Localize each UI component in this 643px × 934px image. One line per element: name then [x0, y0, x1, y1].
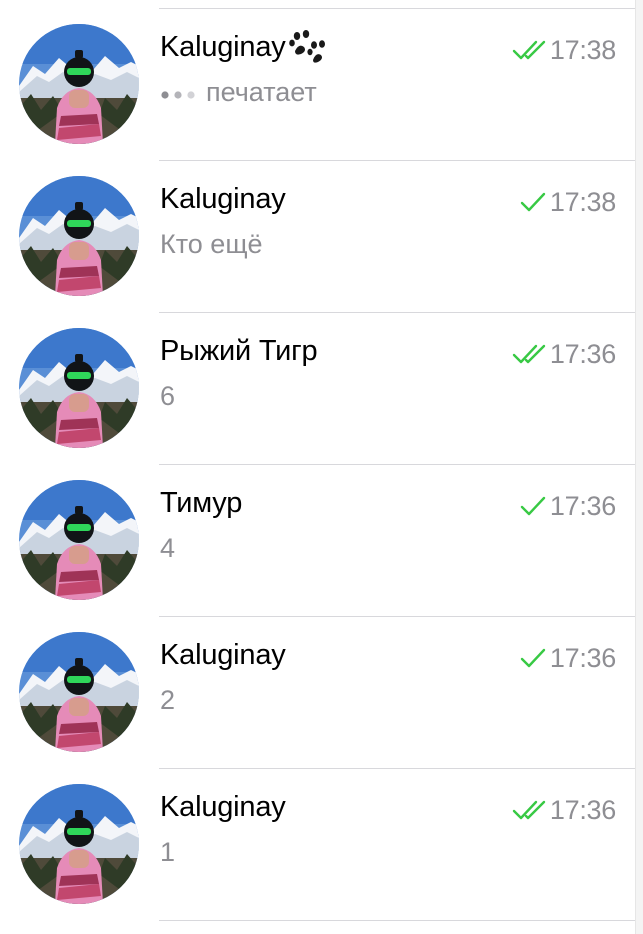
- message-preview-text: 6: [160, 381, 176, 411]
- scroll-edge: [635, 0, 643, 934]
- paw-prints-icon: [287, 29, 327, 71]
- double-check-icon: [512, 344, 546, 364]
- message-preview-text: 1: [160, 837, 176, 867]
- message-preview-text: 4: [160, 533, 176, 563]
- avatar-photo: [19, 24, 139, 144]
- message-time: 17:36: [549, 642, 616, 673]
- message-preview-text: Кто ещё: [160, 229, 263, 259]
- message-meta: 17:36: [512, 337, 616, 371]
- message-preview: Кто ещё: [160, 229, 263, 260]
- avatar[interactable]: [19, 632, 139, 752]
- avatar-photo: [19, 784, 139, 904]
- avatar[interactable]: [19, 784, 139, 904]
- chat-list-item[interactable]: Kaluginay Кто ещё 17:38: [0, 161, 636, 313]
- chat-list-item[interactable]: Kaluginay 2 17:36: [0, 617, 636, 769]
- chat-title: Тимур: [160, 487, 242, 520]
- message-preview: 2: [160, 685, 175, 716]
- divider: [159, 920, 636, 921]
- chat-title: Kaluginay: [160, 791, 286, 824]
- chat-list-item[interactable]: Рыжий Тигр 6 17:36: [0, 313, 636, 465]
- avatar-photo: [19, 176, 139, 296]
- avatar-photo: [19, 480, 139, 600]
- chat-title-text: Тимур: [160, 487, 243, 519]
- chat-title: Kaluginay: [160, 639, 286, 672]
- avatar[interactable]: [19, 176, 139, 296]
- message-preview: 6: [160, 381, 175, 412]
- chat-title-text: Kaluginay: [160, 639, 286, 671]
- double-check-icon: [512, 800, 546, 820]
- message-preview: печатает: [160, 77, 317, 108]
- single-check-icon: [520, 496, 546, 516]
- double-check-icon: [512, 40, 546, 60]
- message-preview: 4: [160, 533, 175, 564]
- avatar[interactable]: [19, 480, 139, 600]
- message-time: 17:36: [549, 338, 616, 369]
- chat-list-item[interactable]: Kaluginay печатает 17:38: [0, 9, 636, 161]
- message-time: 17:36: [549, 794, 616, 825]
- avatar-photo: [19, 328, 139, 448]
- single-check-icon: [520, 192, 546, 212]
- typing-dots-icon: [160, 76, 198, 107]
- message-meta: 17:38: [520, 185, 616, 219]
- avatar[interactable]: [19, 24, 139, 144]
- chat-list-item[interactable]: Kaluginay 1 17:36: [0, 769, 636, 921]
- message-preview-text: печатает: [206, 77, 317, 107]
- avatar[interactable]: [19, 328, 139, 448]
- chat-title-text: Kaluginay: [160, 791, 286, 823]
- avatar-photo: [19, 632, 139, 752]
- message-time: 17:38: [549, 34, 616, 65]
- message-preview-text: 2: [160, 685, 176, 715]
- message-meta: 17:36: [520, 641, 616, 675]
- message-time: 17:38: [549, 186, 616, 217]
- chat-list-item[interactable]: Тимур 4 17:36: [0, 465, 636, 617]
- chat-title-text: Kaluginay: [160, 31, 286, 63]
- message-preview: 1: [160, 837, 175, 868]
- message-meta: 17:38: [512, 33, 616, 67]
- message-meta: 17:36: [512, 793, 616, 827]
- chat-title-text: Kaluginay: [160, 183, 286, 215]
- chat-title-text: Рыжий Тигр: [160, 335, 318, 367]
- message-meta: 17:36: [520, 489, 616, 523]
- chat-title: Рыжий Тигр: [160, 335, 318, 368]
- chat-title: Kaluginay: [160, 29, 327, 71]
- single-check-icon: [520, 648, 546, 668]
- message-time: 17:36: [549, 490, 616, 521]
- chat-title: Kaluginay: [160, 183, 286, 216]
